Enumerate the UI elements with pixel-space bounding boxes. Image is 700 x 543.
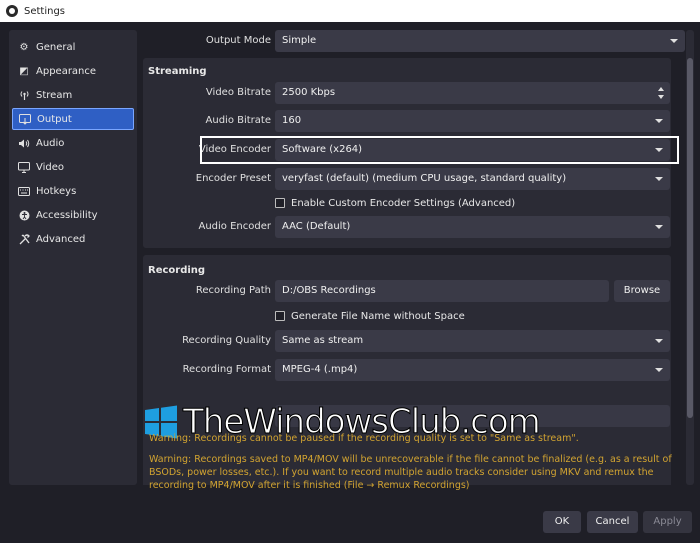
sidebar-item-label: Appearance xyxy=(36,65,97,77)
sidebar-item-video[interactable]: Video xyxy=(12,156,134,178)
recording-path-label: Recording Path xyxy=(195,285,271,296)
spin-up-icon[interactable] xyxy=(658,87,664,91)
settings-sidebar: ⚙ General ◩ Appearance Stream Output Aud… xyxy=(9,30,137,485)
output-mode-value: Simple xyxy=(282,35,317,46)
video-encoder-highlight-box xyxy=(200,136,679,164)
obs-app-icon xyxy=(6,5,18,17)
sidebar-item-label: Output xyxy=(37,113,72,125)
sidebar-item-accessibility[interactable]: Accessibility xyxy=(12,204,134,226)
recording-section-title: Recording xyxy=(148,265,206,276)
recording-format-select[interactable]: MPEG-4 (.mp4) xyxy=(275,359,670,381)
no-space-checkbox[interactable] xyxy=(275,311,285,321)
sidebar-item-label: Advanced xyxy=(36,233,86,245)
custom-encoder-checkbox[interactable] xyxy=(275,198,285,208)
title-bar: Settings xyxy=(0,0,700,22)
audio-encoder-label: Audio Encoder xyxy=(198,221,272,232)
audio-encoder-select[interactable]: AAC (Default) xyxy=(275,216,670,238)
sidebar-item-audio[interactable]: Audio xyxy=(12,132,134,154)
encoder-preset-value: veryfast (default) (medium CPU usage, st… xyxy=(282,173,567,184)
chevron-down-icon xyxy=(655,177,663,181)
streaming-section-title: Streaming xyxy=(148,66,207,77)
video-bitrate-row: Video Bitrate 2500 Kbps xyxy=(141,82,685,104)
sidebar-item-output[interactable]: Output xyxy=(12,108,134,130)
chevron-down-icon xyxy=(655,339,663,343)
sidebar-item-label: General xyxy=(36,41,76,53)
sidebar-item-label: Audio xyxy=(36,137,65,149)
chevron-down-icon xyxy=(655,225,663,229)
no-space-label: Generate File Name without Space xyxy=(291,310,465,322)
cancel-button[interactable]: Cancel xyxy=(587,511,638,533)
warning-pause: Warning: Recordings cannot be paused if … xyxy=(149,433,579,444)
chevron-down-icon xyxy=(655,119,663,123)
window-title: Settings xyxy=(24,5,66,17)
custom-encoder-label: Enable Custom Encoder Settings (Advanced… xyxy=(291,197,516,209)
recording-quality-select[interactable]: Same as stream xyxy=(275,330,670,352)
video-bitrate-spinbox[interactable]: 2500 Kbps xyxy=(275,82,670,104)
apply-button[interactable]: Apply xyxy=(643,511,692,533)
output-icon xyxy=(19,113,31,125)
settings-scrollbar[interactable] xyxy=(686,30,694,485)
video-bitrate-value: 2500 Kbps xyxy=(282,87,336,98)
chevron-down-icon xyxy=(655,368,663,372)
sidebar-item-label: Stream xyxy=(36,89,73,101)
accessibility-icon xyxy=(18,209,30,221)
sidebar-item-label: Hotkeys xyxy=(36,185,77,197)
recording-format-value: MPEG-4 (.mp4) xyxy=(282,364,358,375)
audio-encoder-value: AAC (Default) xyxy=(282,221,351,232)
recording-format-row: Recording Format MPEG-4 (.mp4) xyxy=(141,359,685,381)
audio-bitrate-label: Audio Bitrate xyxy=(205,115,271,126)
recording-path-input[interactable]: D:/OBS Recordings xyxy=(275,280,609,302)
audio-bitrate-row: Audio Bitrate 160 xyxy=(141,110,685,132)
recording-quality-row: Recording Quality Same as stream xyxy=(141,330,685,352)
recording-path-row: Recording Path D:/OBS Recordings Browse xyxy=(141,280,685,302)
speaker-icon xyxy=(18,137,30,149)
sidebar-item-general[interactable]: ⚙ General xyxy=(12,36,134,58)
chevron-down-icon xyxy=(670,39,678,43)
recording-format-label: Recording Format xyxy=(182,364,271,375)
encoder-preset-row: Encoder Preset veryfast (default) (mediu… xyxy=(141,168,685,190)
sidebar-item-label: Accessibility xyxy=(36,209,98,221)
ok-button[interactable]: OK xyxy=(543,511,581,533)
encoder-preset-select[interactable]: veryfast (default) (medium CPU usage, st… xyxy=(275,168,670,190)
custom-encoder-checkbox-row[interactable]: Enable Custom Encoder Settings (Advanced… xyxy=(275,195,515,211)
recording-path-value: D:/OBS Recordings xyxy=(282,285,376,296)
video-bitrate-label: Video Bitrate xyxy=(205,87,271,98)
no-space-checkbox-row[interactable]: Generate File Name without Space xyxy=(275,308,465,324)
tools-icon xyxy=(18,233,30,245)
sidebar-item-label: Video xyxy=(36,161,65,173)
audio-bitrate-select[interactable]: 160 xyxy=(275,110,670,132)
spin-down-icon[interactable] xyxy=(658,95,664,99)
audio-bitrate-value: 160 xyxy=(282,115,302,126)
settings-window: ⚙ General ◩ Appearance Stream Output Aud… xyxy=(0,22,700,543)
recording-quality-value: Same as stream xyxy=(282,335,364,346)
monitor-icon xyxy=(18,161,30,173)
keyboard-icon xyxy=(18,185,30,197)
sidebar-item-stream[interactable]: Stream xyxy=(12,84,134,106)
audio-encoder-row: Audio Encoder AAC (Default) xyxy=(141,216,685,238)
appearance-icon: ◩ xyxy=(19,65,29,77)
encoder-preset-label: Encoder Preset xyxy=(195,173,271,184)
warning-mp4: Warning: Recordings saved to MP4/MOV wil… xyxy=(149,454,672,491)
recording-quality-label: Recording Quality xyxy=(182,335,271,346)
antenna-icon xyxy=(18,89,30,101)
output-mode-label: Output Mode xyxy=(205,35,271,46)
sidebar-item-appearance[interactable]: ◩ Appearance xyxy=(12,60,134,82)
gear-icon: ⚙ xyxy=(19,41,29,53)
sidebar-item-hotkeys[interactable]: Hotkeys xyxy=(12,180,134,202)
scrollbar-thumb[interactable] xyxy=(687,58,693,418)
sidebar-item-advanced[interactable]: Advanced xyxy=(12,228,134,250)
browse-button[interactable]: Browse xyxy=(614,280,670,302)
warnings-block: Warning: Recordings cannot be paused if … xyxy=(149,432,689,500)
output-mode-row: Output Mode Simple xyxy=(141,30,685,52)
output-mode-select[interactable]: Simple xyxy=(275,30,685,52)
